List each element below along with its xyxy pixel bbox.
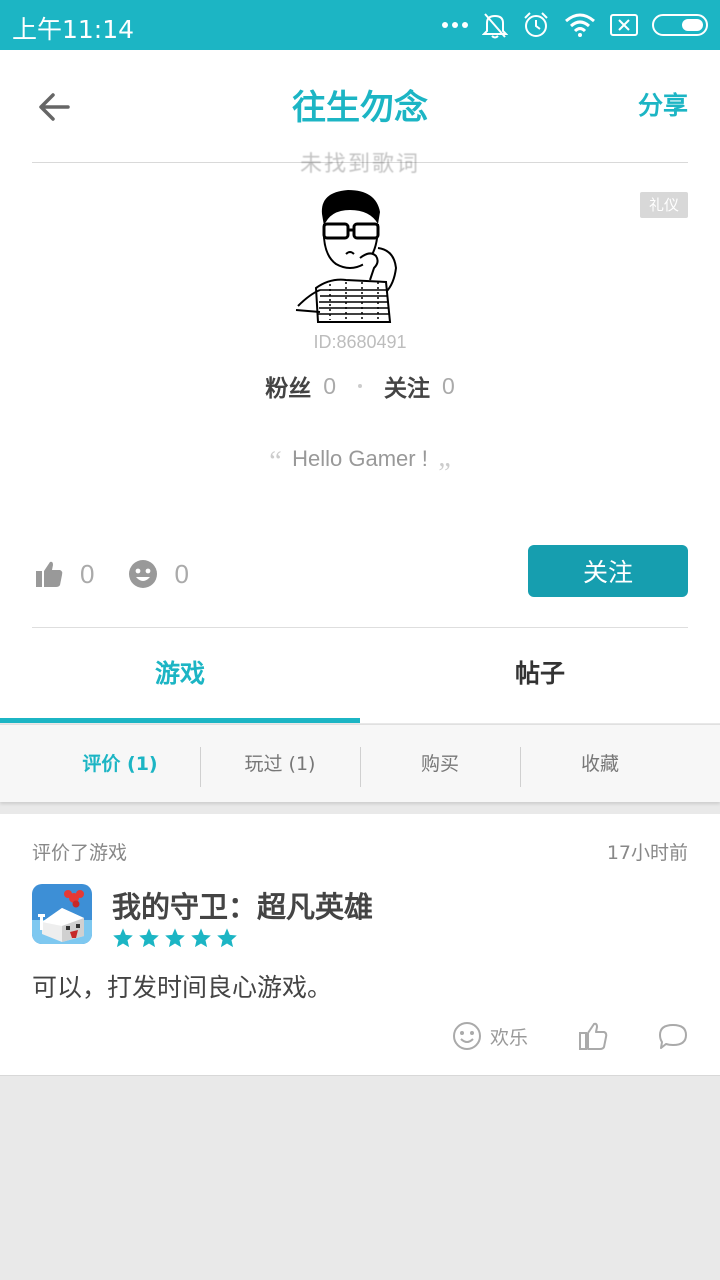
following-count[interactable]: 0: [442, 373, 455, 400]
wifi-icon: [565, 13, 595, 37]
user-motto: “ Hello Gamer ! ”: [0, 446, 720, 496]
review-actions: 欢乐: [452, 1018, 688, 1054]
status-bar: 上午11:14: [0, 0, 720, 50]
fun-reaction-button[interactable]: 欢乐: [452, 1021, 528, 1051]
game-title[interactable]: 我的守卫：超凡英雄: [112, 884, 373, 926]
smile-icon[interactable]: [128, 559, 158, 589]
close-quote: ”: [438, 458, 451, 489]
comment-icon[interactable]: [658, 1021, 688, 1051]
tab-posts[interactable]: 帖子: [360, 628, 720, 723]
tab-games[interactable]: 游戏: [0, 628, 360, 723]
smile-outline-icon: [452, 1022, 481, 1050]
fans-count[interactable]: 0: [323, 373, 336, 400]
follow-counts: 粉丝 0 关注 0: [0, 368, 720, 404]
rating-stars: [112, 927, 238, 949]
user-id: ID:8680491: [313, 332, 407, 352]
review-time: 17小时前: [606, 842, 688, 864]
tab-indicator: [0, 718, 360, 723]
profile-page: 往生勿念 分享 未找到歌词 礼仪 ID:8680491 粉丝 0 关注 0 “ …: [0, 50, 720, 723]
alarm-icon: [524, 12, 548, 37]
lyrics-overlay: 未找到歌词: [299, 152, 420, 177]
review-card[interactable]: 评价了游戏 17小时前 我的守卫：超凡英雄 可以，打发时间良心游戏。 欢乐: [0, 814, 720, 1076]
sim-off-icon: [610, 14, 638, 36]
bell-muted-icon: [482, 13, 508, 39]
follow-button[interactable]: 关注: [528, 545, 688, 597]
share-button[interactable]: 分享: [638, 86, 688, 122]
page-title: 往生勿念: [292, 88, 428, 128]
star-icon: [113, 928, 133, 948]
star-icon: [217, 928, 237, 948]
game-icon[interactable]: [32, 884, 92, 944]
profile-stats: 0 0: [34, 554, 223, 594]
thumbs-up-icon[interactable]: [34, 559, 64, 589]
following-label[interactable]: 关注: [384, 369, 430, 403]
status-icons: [442, 8, 708, 42]
tag-badge[interactable]: 礼仪: [640, 192, 688, 218]
star-icon: [191, 928, 211, 948]
open-quote: “: [269, 446, 282, 477]
review-comment: 可以，打发时间良心游戏。: [32, 973, 333, 1002]
fun-count: 0: [174, 558, 189, 589]
subtab-favorites[interactable]: 收藏: [520, 725, 680, 803]
fans-label[interactable]: 粉丝: [265, 369, 311, 403]
subtab-purchased[interactable]: 购买: [360, 725, 520, 803]
reaction-label: 欢乐: [489, 1026, 528, 1049]
star-icon: [165, 928, 185, 948]
thumbs-up-outline-icon[interactable]: [578, 1021, 608, 1051]
motto-text: Hello Gamer !: [292, 446, 428, 471]
star-icon: [139, 928, 159, 948]
review-action: 评价了游戏: [32, 842, 128, 864]
main-tabs: 游戏 帖子: [0, 628, 720, 723]
subtab-played[interactable]: 玩过 (1): [200, 725, 360, 803]
separator-dot: [358, 384, 362, 388]
more-dots-icon: [442, 22, 468, 28]
likes-count: 0: [80, 558, 95, 589]
status-time: 上午11:14: [12, 15, 135, 44]
sub-tabs: 评价 (1) 玩过 (1) 购买 收藏: [0, 724, 720, 802]
avatar[interactable]: [290, 184, 410, 324]
subtab-reviews[interactable]: 评价 (1): [40, 725, 200, 803]
battery-icon: [652, 14, 708, 36]
